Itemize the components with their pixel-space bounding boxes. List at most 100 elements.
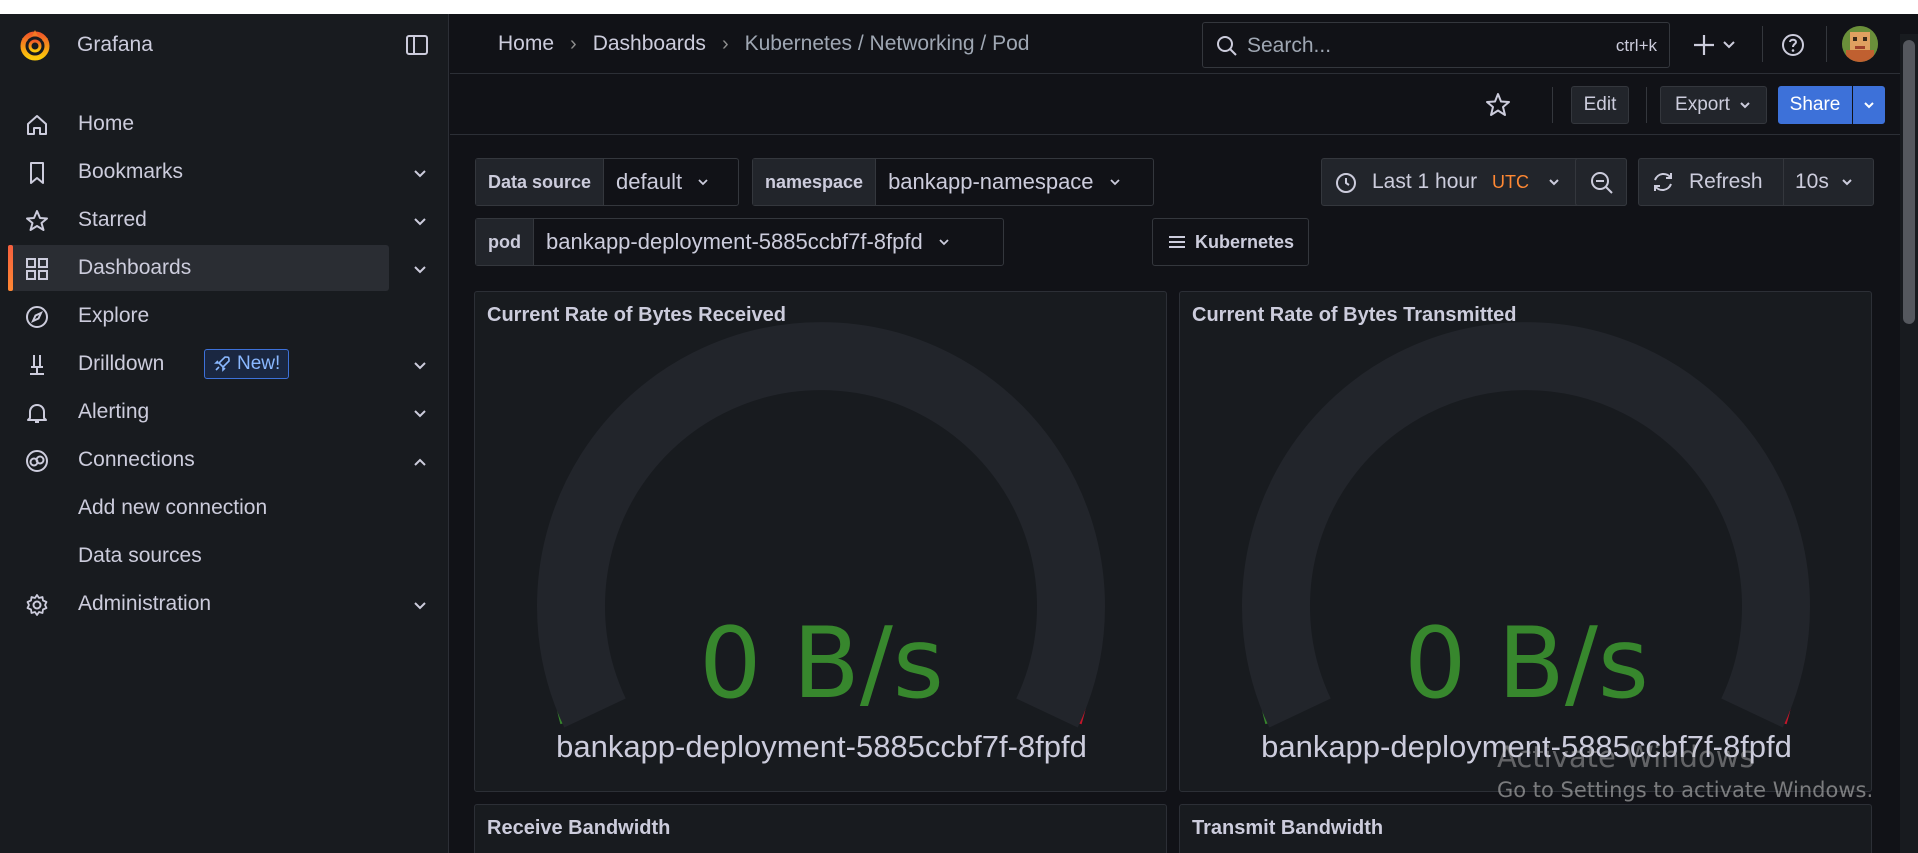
- export-label: Export: [1675, 94, 1730, 115]
- divider: [1826, 26, 1827, 62]
- avatar[interactable]: [1842, 26, 1878, 62]
- panel-bytes-received[interactable]: Current Rate of Bytes Received 0 B/s ban…: [474, 291, 1167, 792]
- gauge-value: 0 B/s: [699, 607, 944, 721]
- chevron-down-icon: [698, 179, 708, 186]
- sidebar-item-dashboards[interactable]: Dashboards: [8, 245, 389, 291]
- chevron-down-icon[interactable]: [410, 212, 430, 232]
- datasource-variable: Data source default: [475, 158, 739, 206]
- home-icon: [27, 115, 47, 135]
- refresh-label: Refresh: [1689, 170, 1763, 193]
- search-placeholder: Search...: [1247, 34, 1332, 57]
- sidebar-item-label: Bookmarks: [78, 160, 184, 183]
- sidebar-item-starred[interactable]: Starred: [8, 197, 389, 243]
- sidebar-item-add-new-connection[interactable]: Add new connection: [78, 496, 267, 520]
- chevron-down-icon: [1549, 179, 1559, 186]
- search-shortcut: ctrl+k: [1615, 36, 1657, 55]
- chevron-down-icon[interactable]: [410, 404, 430, 424]
- sidebar-item-drilldown[interactable]: Drilldown New!: [8, 341, 389, 387]
- activate-windows-watermark: Activate Windows: [1497, 740, 1755, 774]
- link-icon: [26, 450, 48, 472]
- search-input[interactable]: Search... ctrl+k: [1202, 22, 1670, 68]
- divider: [1762, 26, 1763, 62]
- sidebar-item-data-sources[interactable]: Data sources: [78, 544, 202, 568]
- avatar-image: [1842, 26, 1878, 62]
- sidebar-item-administration[interactable]: Administration: [8, 581, 389, 627]
- sidebar-item-label: Explore: [78, 304, 150, 327]
- share-button[interactable]: Share: [1778, 86, 1852, 124]
- clock-icon: [1336, 173, 1356, 193]
- panel-transmit-bandwidth[interactable]: Transmit Bandwidth: [1179, 804, 1872, 853]
- drilldown-icon: [30, 355, 44, 375]
- apps-grid-icon: [26, 258, 48, 280]
- time-range-label: Last 1 hour: [1372, 170, 1478, 193]
- new-badge-label: New!: [237, 353, 281, 374]
- divider: [1552, 87, 1553, 123]
- kubernetes-link-label: Kubernetes: [1195, 231, 1295, 252]
- new-plus-dropdown-icon[interactable]: [1692, 30, 1740, 60]
- edit-button[interactable]: Edit: [1571, 86, 1629, 124]
- chevron-right-icon: ›: [721, 32, 729, 55]
- browser-top-strip: [0, 0, 1918, 14]
- help-icon[interactable]: [1780, 32, 1806, 58]
- breadcrumb-current: Kubernetes / Networking / Pod: [744, 32, 1030, 55]
- pod-value: bankapp-deployment-5885ccbf7f-8fpfd: [546, 229, 923, 254]
- chevron-down-icon: [1842, 179, 1852, 186]
- sidebar-item-label: Starred: [78, 208, 147, 231]
- dashboard-toolbar: Edit Export Share: [450, 75, 1902, 135]
- sidebar: Grafana Home Bookmarks Starred Dashboard…: [0, 14, 449, 853]
- dock-menu-icon[interactable]: [404, 32, 430, 58]
- chevron-down-icon[interactable]: [410, 164, 430, 184]
- sidebar-item-bookmarks[interactable]: Bookmarks: [8, 149, 389, 195]
- refresh-picker: Refresh 10s: [1638, 158, 1874, 206]
- sidebar-item-alerting[interactable]: Alerting: [8, 389, 389, 435]
- refresh-interval-select[interactable]: 10s: [1785, 159, 1873, 205]
- namespace-select[interactable]: bankapp-namespace: [876, 159, 1133, 205]
- chevron-down-icon: [939, 239, 949, 246]
- chevron-down-icon[interactable]: [410, 596, 430, 616]
- menu-icon: [1169, 236, 1185, 248]
- divider: [1646, 87, 1647, 123]
- sidebar-item-explore[interactable]: Explore: [8, 293, 389, 339]
- kubernetes-links-button[interactable]: Kubernetes: [1152, 218, 1309, 266]
- share-dropdown-button[interactable]: [1853, 86, 1885, 124]
- activate-windows-subtext: Go to Settings to activate Windows.: [1497, 778, 1874, 802]
- chevron-down-icon: [1864, 102, 1874, 109]
- sidebar-item-label: Connections: [78, 448, 195, 471]
- sidebar-item-label: Drilldown: [78, 352, 165, 375]
- panel-bytes-transmitted[interactable]: Current Rate of Bytes Transmitted 0 B/s …: [1179, 291, 1872, 792]
- grafana-logo-icon[interactable]: [18, 28, 52, 62]
- chevron-down-icon[interactable]: [410, 260, 430, 280]
- breadcrumb: Home › Dashboards › Kubernetes / Network…: [498, 32, 1029, 56]
- breadcrumb-dashboards[interactable]: Dashboards: [593, 32, 706, 56]
- panel-receive-bandwidth[interactable]: Receive Bandwidth: [474, 804, 1167, 853]
- panel-title: Transmit Bandwidth: [1192, 817, 1384, 839]
- sidebar-item-connections[interactable]: Connections: [8, 437, 389, 483]
- namespace-value: bankapp-namespace: [888, 169, 1094, 194]
- chevron-down-icon[interactable]: [410, 356, 430, 376]
- datasource-value: default: [616, 169, 683, 194]
- chevron-up-icon[interactable]: [410, 452, 430, 472]
- sidebar-item-label: Home: [78, 112, 135, 135]
- scrollbar-thumb[interactable]: [1903, 40, 1915, 324]
- pod-select[interactable]: bankapp-deployment-5885ccbf7f-8fpfd: [534, 219, 963, 265]
- app-name: Grafana: [77, 33, 153, 56]
- export-button[interactable]: Export: [1660, 86, 1767, 124]
- chevron-right-icon: ›: [570, 32, 577, 55]
- search-icon: [1217, 36, 1237, 56]
- namespace-variable: namespace bankapp-namespace: [752, 158, 1154, 206]
- gear-icon: [26, 594, 48, 616]
- zoom-out-button[interactable]: [1575, 158, 1627, 206]
- datasource-select[interactable]: default: [604, 159, 722, 205]
- refresh-button[interactable]: Refresh: [1639, 159, 1784, 205]
- rocket-icon: [214, 356, 230, 372]
- chevron-down-icon: [1109, 179, 1120, 186]
- sidebar-item-home[interactable]: Home: [8, 101, 389, 147]
- breadcrumb-home[interactable]: Home: [498, 32, 554, 56]
- pod-label: pod: [476, 219, 534, 265]
- sidebar-brand: Grafana: [0, 14, 449, 74]
- star-icon[interactable]: [1484, 91, 1512, 119]
- panel-title: Receive Bandwidth: [487, 817, 671, 839]
- bell-icon: [27, 404, 47, 423]
- compass-icon: [26, 306, 48, 328]
- sidebar-item-label: Dashboards: [78, 256, 192, 279]
